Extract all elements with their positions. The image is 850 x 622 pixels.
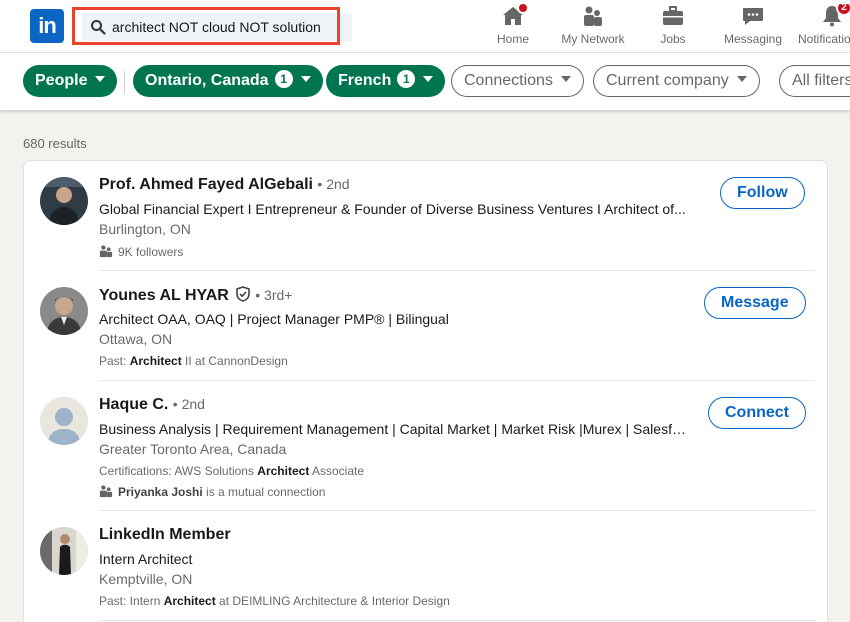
result-item: Prof. Ahmed Fayed AlGebali • 2nd Global … xyxy=(24,161,829,271)
search-highlight-box xyxy=(72,7,340,45)
avatar[interactable] xyxy=(40,287,88,335)
result-item: LinkedIn Member Intern Architect Kemptvi… xyxy=(24,511,829,621)
profile-location: Greater Toronto Area, Canada xyxy=(99,441,287,457)
certifications-suffix: Associate xyxy=(309,464,365,478)
filter-divider xyxy=(124,71,125,93)
nav-jobs[interactable]: Jobs xyxy=(652,4,694,50)
chevron-down-icon xyxy=(560,76,571,82)
keyword-match: Architect xyxy=(257,464,310,478)
result-item: Haque C. • 2nd Business Analysis | Requi… xyxy=(24,381,829,511)
mutual-connection-name: Priyanka Joshi xyxy=(118,485,203,499)
chevron-down-icon xyxy=(736,76,747,82)
avatar[interactable] xyxy=(40,177,88,225)
filter-people-label: People xyxy=(35,72,88,89)
chevron-down-icon xyxy=(423,76,434,82)
nav-messaging[interactable]: Messaging xyxy=(720,4,786,50)
notification-dot xyxy=(517,2,529,14)
verified-shield-icon xyxy=(236,286,250,302)
keyword-match: Architect xyxy=(163,594,216,608)
nav-notifications[interactable]: 2 Notifications xyxy=(798,4,850,50)
keyword-match: Architect xyxy=(129,354,182,368)
filter-people[interactable]: People xyxy=(23,65,118,97)
search-results-list: Prof. Ahmed Fayed AlGebali • 2nd Global … xyxy=(23,160,828,622)
past-position-prefix: Past: Intern xyxy=(99,594,164,608)
mutual-connection[interactable]: Priyanka Joshi is a mutual connection xyxy=(99,484,325,499)
avatar[interactable] xyxy=(40,527,88,575)
global-nav: in Home My Network Jobs Messaging xyxy=(0,0,850,53)
people-icon xyxy=(99,245,113,258)
result-name-line: LinkedIn Member xyxy=(99,526,231,544)
all-filters-button[interactable]: All filters xyxy=(779,65,850,97)
profile-location: Ottawa, ON xyxy=(99,331,173,347)
all-filters-label: All filters xyxy=(792,72,850,89)
notification-count-badge: 2 xyxy=(836,4,850,16)
connection-degree: • 2nd xyxy=(317,176,350,192)
linkedin-logo[interactable]: in xyxy=(30,9,64,43)
connect-button[interactable]: Connect xyxy=(708,397,806,429)
search-filters-bar: People Ontario, Canada 1 French 1 Connecti… xyxy=(0,53,850,110)
profile-headline: Intern Architect xyxy=(99,551,193,567)
connection-degree: • 3rd+ xyxy=(255,287,293,303)
filter-connections-label: Connections xyxy=(464,72,553,89)
message-button[interactable]: Message xyxy=(704,287,806,319)
filter-location-label: Ontario, Canada xyxy=(145,72,269,89)
filter-location-count: 1 xyxy=(274,70,293,88)
past-position: Past: Intern Architect at DEIMLING Archi… xyxy=(99,594,450,608)
nav-home[interactable]: Home xyxy=(492,2,534,50)
mutual-connection-text: is a mutual connection xyxy=(202,485,326,499)
nav-jobs-label: Jobs xyxy=(660,32,686,46)
filter-language[interactable]: French 1 xyxy=(326,65,446,97)
profile-name-link[interactable]: Younes AL HYAR xyxy=(99,287,229,304)
filter-language-label: French xyxy=(338,72,392,89)
result-name-line: Younes AL HYAR • 3rd+ xyxy=(99,286,292,305)
followers-info: 9K followers xyxy=(99,244,183,259)
profile-name-link[interactable]: Haque C. xyxy=(99,396,168,413)
filter-current-company[interactable]: Current company xyxy=(593,65,760,97)
profile-name-link[interactable]: Prof. Ahmed Fayed AlGebali xyxy=(99,176,313,193)
profile-location: Burlington, ON xyxy=(99,221,191,237)
nav-my-network-label: My Network xyxy=(561,32,625,46)
network-icon xyxy=(581,4,605,28)
followers-count: 9K followers xyxy=(118,245,184,259)
results-count: 680 results xyxy=(23,136,87,151)
divider xyxy=(99,620,815,621)
profile-headline: Business Analysis | Requirement Manageme… xyxy=(99,421,689,437)
chevron-down-icon xyxy=(300,76,311,82)
chevron-down-icon xyxy=(95,76,106,82)
follow-button[interactable]: Follow xyxy=(720,177,805,209)
profile-headline: Architect OAA, OAQ | Project Manager PMP… xyxy=(99,311,449,327)
result-name-line: Prof. Ahmed Fayed AlGebali • 2nd xyxy=(99,176,350,194)
avatar[interactable] xyxy=(40,397,88,445)
nav-messaging-label: Messaging xyxy=(723,32,783,46)
filter-current-company-label: Current company xyxy=(606,72,729,89)
nav-notifications-label: Notifications xyxy=(798,32,850,46)
profile-name-link[interactable]: LinkedIn Member xyxy=(99,526,231,543)
past-position-prefix: Past: xyxy=(99,354,130,368)
filter-location[interactable]: Ontario, Canada 1 xyxy=(133,65,323,97)
connection-degree: • 2nd xyxy=(172,396,205,412)
past-position: Past: Architect II at CannonDesign xyxy=(99,354,288,368)
result-item: Younes AL HYAR • 3rd+ Architect OAA, OAQ… xyxy=(24,271,829,381)
filter-connections[interactable]: Connections xyxy=(451,65,584,97)
profile-headline: Global Financial Expert I Entrepreneur &… xyxy=(99,201,686,217)
past-position-suffix: II at CannonDesign xyxy=(181,354,288,368)
people-icon xyxy=(99,485,113,498)
nav-my-network[interactable]: My Network xyxy=(558,4,628,50)
certifications-info: Certifications: AWS Solutions Architect … xyxy=(99,464,364,478)
briefcase-icon xyxy=(661,4,685,28)
chat-icon xyxy=(741,4,765,28)
home-icon xyxy=(501,2,529,28)
past-position-suffix: at DEIMLING Architecture & Interior Desi… xyxy=(215,594,450,608)
certifications-prefix: Certifications: AWS Solutions xyxy=(99,464,258,478)
nav-home-label: Home xyxy=(496,32,529,46)
result-name-line: Haque C. • 2nd xyxy=(99,396,205,414)
bell-icon: 2 xyxy=(820,4,850,28)
profile-location: Kemptville, ON xyxy=(99,571,193,587)
filter-language-count: 1 xyxy=(397,70,416,88)
